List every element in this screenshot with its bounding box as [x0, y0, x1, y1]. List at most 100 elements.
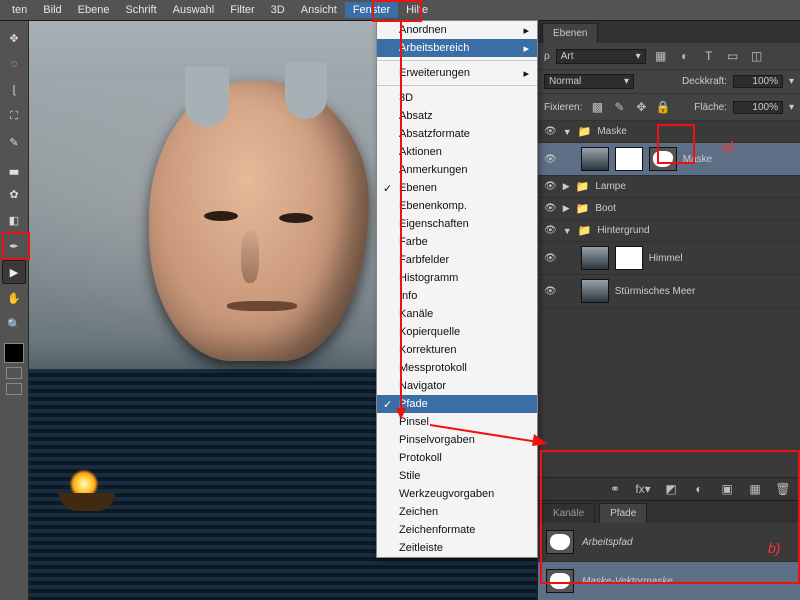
- disclosure-icon[interactable]: ▼: [563, 127, 572, 137]
- menu-3d[interactable]: 3D: [263, 2, 293, 18]
- menuitem-zeichenformate[interactable]: Zeichenformate: [377, 521, 537, 539]
- eyedropper-tool[interactable]: ✎: [2, 130, 26, 154]
- menu-ansicht[interactable]: Ansicht: [293, 2, 345, 18]
- filter-adjust-icon[interactable]: ◐: [676, 47, 694, 65]
- panels: Ebenen ρ Art▾ ▦ ◐ T ▭ ◫ Normal▾ Deckkraf…: [537, 21, 800, 600]
- hand-tool[interactable]: ✋: [2, 286, 26, 310]
- menuitem-zeichen[interactable]: Zeichen: [377, 503, 537, 521]
- folder-icon: 📁: [578, 125, 592, 138]
- menubar: tenBildEbeneSchriftAuswahlFilter3DAnsich…: [0, 0, 800, 21]
- layer-row[interactable]: 👁 Maske: [538, 143, 800, 176]
- path-name[interactable]: Arbeitspfad: [582, 537, 633, 548]
- layer-name[interactable]: Stürmisches Meer: [615, 286, 696, 297]
- quickmask-toggle[interactable]: [6, 367, 22, 379]
- img-thumbnail[interactable]: [581, 147, 609, 171]
- marquee-tool[interactable]: ◌: [2, 52, 26, 76]
- menu-schrift[interactable]: Schrift: [117, 2, 164, 18]
- blend-mode[interactable]: Normal▾: [544, 74, 634, 89]
- path-name[interactable]: Maske-Vektormaske: [582, 576, 673, 587]
- path-thumbnail: [546, 530, 574, 554]
- lock-all-icon[interactable]: 🔒: [654, 98, 672, 116]
- annotation-a-label: a): [722, 138, 734, 154]
- filter-smart-icon[interactable]: ◫: [748, 47, 766, 65]
- trash-icon[interactable]: 🗑: [774, 480, 792, 498]
- menuitem-stile[interactable]: Stile: [377, 467, 537, 485]
- folder-icon: 📁: [576, 180, 590, 193]
- vpath-thumbnail[interactable]: [649, 147, 677, 171]
- pen-tool[interactable]: ✒: [2, 234, 26, 258]
- filter-image-icon[interactable]: ▦: [652, 47, 670, 65]
- layer-row[interactable]: 👁 Stürmisches Meer: [538, 275, 800, 308]
- clone-tool[interactable]: ✿: [2, 182, 26, 206]
- visibility-icon[interactable]: 👁: [544, 225, 557, 236]
- eraser-tool[interactable]: ◧: [2, 208, 26, 232]
- img-thumbnail[interactable]: [581, 279, 609, 303]
- layer-name[interactable]: Maske: [597, 126, 626, 137]
- layer-name[interactable]: Boot: [595, 203, 616, 214]
- new-icon[interactable]: ▦: [746, 480, 764, 498]
- layer-name[interactable]: Maske: [683, 154, 712, 165]
- layer-name[interactable]: Himmel: [649, 253, 683, 264]
- lock-pixels-icon[interactable]: ✎: [610, 98, 628, 116]
- fill-value[interactable]: 100%: [733, 101, 783, 114]
- layer-row[interactable]: 👁▶📁Boot: [538, 198, 800, 220]
- menu-bild[interactable]: Bild: [35, 2, 69, 18]
- menu-ebene[interactable]: Ebene: [70, 2, 118, 18]
- path-thumbnail: [546, 569, 574, 593]
- menu-filter[interactable]: Filter: [222, 2, 262, 18]
- menuitem-werkzeugvorgaben[interactable]: Werkzeugvorgaben: [377, 485, 537, 503]
- opacity-label: Deckkraft:: [682, 76, 727, 87]
- group-icon[interactable]: ▣: [718, 480, 736, 498]
- img-thumbnail[interactable]: [581, 246, 609, 270]
- menu-auswahl[interactable]: Auswahl: [165, 2, 223, 18]
- path-row[interactable]: Maske-Vektormaske: [538, 562, 800, 600]
- zoom-tool[interactable]: 🔍: [2, 312, 26, 336]
- visibility-icon[interactable]: 👁: [544, 286, 557, 297]
- menuitem-protokoll[interactable]: Protokoll: [377, 449, 537, 467]
- visibility-icon[interactable]: 👁: [544, 181, 557, 192]
- layer-row[interactable]: 👁 ▼ 📁 Maske: [538, 121, 800, 143]
- foreground-swatch[interactable]: [4, 343, 24, 363]
- fx-icon[interactable]: fx▾: [634, 480, 652, 498]
- visibility-icon[interactable]: 👁: [544, 203, 557, 214]
- path-row[interactable]: Arbeitspfad: [538, 523, 800, 562]
- tab-layers[interactable]: Ebenen: [542, 23, 598, 43]
- lock-position-icon[interactable]: ✥: [632, 98, 650, 116]
- menuitem-zeitleiste[interactable]: Zeitleiste: [377, 539, 537, 557]
- adjust-icon[interactable]: ◐: [690, 480, 708, 498]
- filter-shape-icon[interactable]: ▭: [724, 47, 742, 65]
- tab-channels[interactable]: Kanäle: [542, 503, 595, 523]
- brush-tool[interactable]: ▃: [2, 156, 26, 180]
- white-thumbnail[interactable]: [615, 147, 643, 171]
- visibility-icon[interactable]: 👁: [544, 126, 557, 137]
- opacity-value[interactable]: 100%: [733, 75, 783, 88]
- visibility-icon[interactable]: 👁: [544, 154, 557, 165]
- menu-hilfe[interactable]: Hilfe: [398, 2, 436, 18]
- layer-row[interactable]: 👁▼📁Hintergrund: [538, 220, 800, 242]
- lock-transparent-icon[interactable]: ▩: [588, 98, 606, 116]
- path-select-tool[interactable]: ▶: [2, 260, 26, 284]
- mask-icon[interactable]: ◩: [662, 480, 680, 498]
- menu-fenster[interactable]: Fenster: [345, 2, 398, 18]
- layer-row[interactable]: 👁 Himmel: [538, 242, 800, 275]
- layer-name[interactable]: Hintergrund: [597, 225, 649, 236]
- disclosure-icon[interactable]: ▶: [563, 181, 570, 192]
- disclosure-icon[interactable]: ▼: [563, 226, 572, 236]
- toolbox: ✥ ◌ ɭ ⛶ ✎ ▃ ✿ ◧ ✒ ▶ ✋ 🔍: [0, 21, 29, 600]
- layer-name[interactable]: Lampe: [595, 181, 626, 192]
- move-tool[interactable]: ✥: [2, 26, 26, 50]
- annotation-b-label: b): [768, 540, 780, 556]
- visibility-icon[interactable]: 👁: [544, 253, 557, 264]
- layer-filter[interactable]: Art▾: [556, 49, 646, 64]
- layer-row[interactable]: 👁 ▶ 📁 Lampe: [538, 176, 800, 198]
- disclosure-icon[interactable]: ▶: [563, 203, 570, 214]
- filter-type-icon[interactable]: T: [700, 47, 718, 65]
- lock-label: Fixieren:: [544, 102, 582, 113]
- menu-ten[interactable]: ten: [4, 2, 35, 18]
- lasso-tool[interactable]: ɭ: [2, 78, 26, 102]
- white-thumbnail[interactable]: [615, 246, 643, 270]
- screenmode-toggle[interactable]: [6, 383, 22, 395]
- link-icon[interactable]: ⚭: [606, 480, 624, 498]
- crop-tool[interactable]: ⛶: [2, 104, 26, 128]
- tab-paths[interactable]: Pfade: [599, 503, 647, 523]
